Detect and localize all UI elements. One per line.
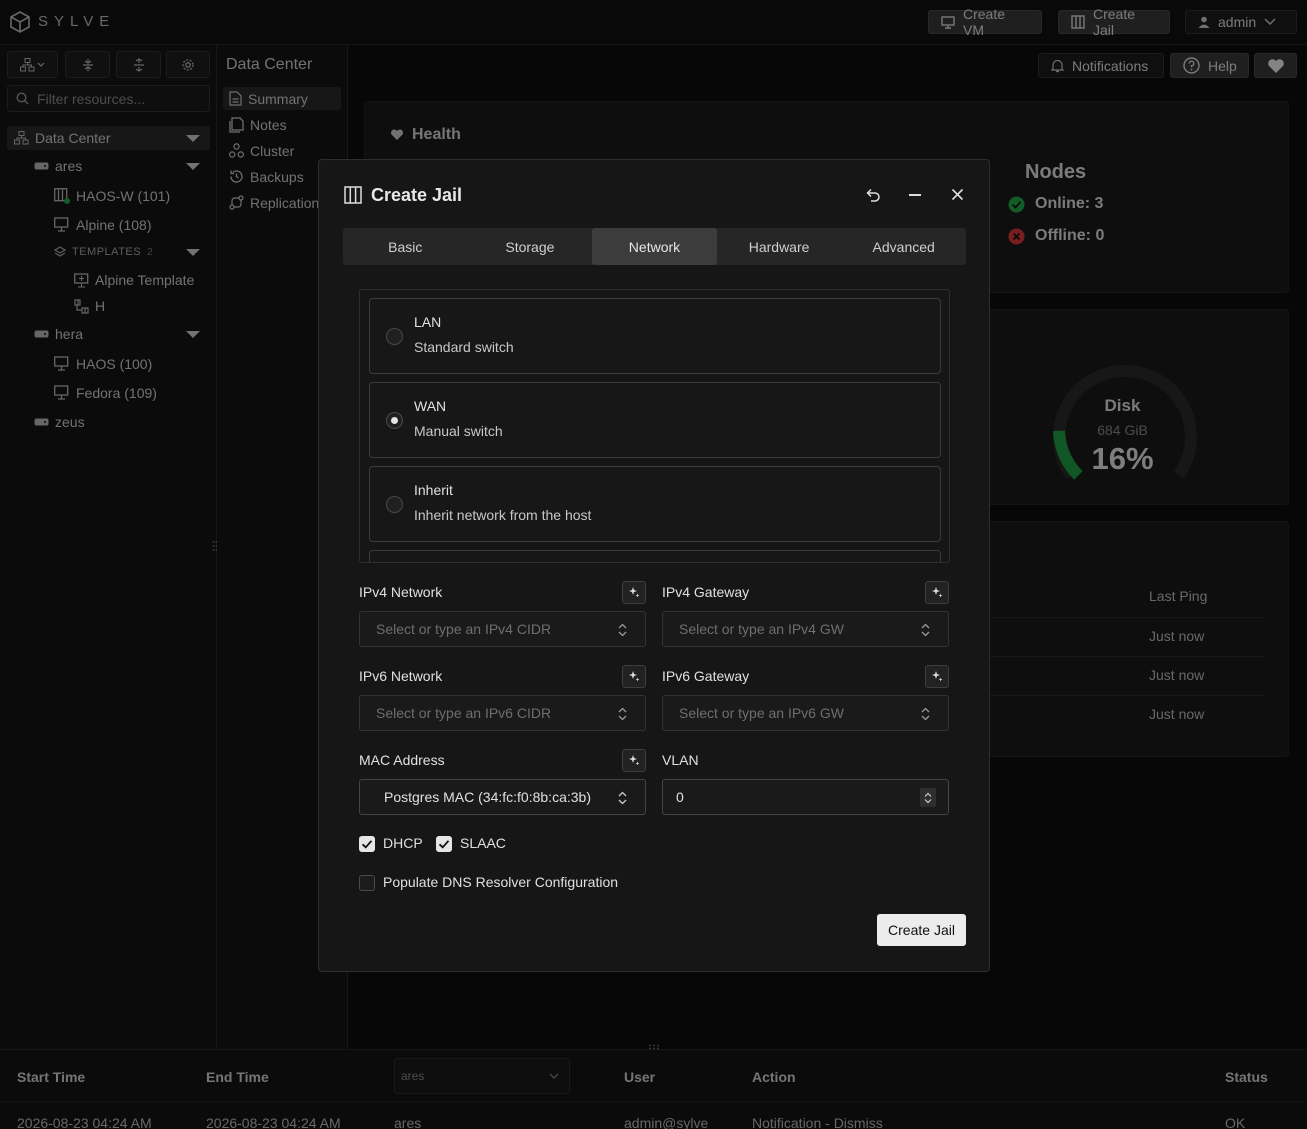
tab-network[interactable]: Network [592, 228, 717, 265]
radio-inherit[interactable] [386, 496, 403, 513]
slaac-checkbox[interactable] [436, 836, 452, 852]
option-title: Inherit [414, 482, 453, 498]
ipv4-gateway-select[interactable]: Select or type an IPv4 GW [662, 611, 949, 647]
ipv6-network-label: IPv6 Network [359, 668, 443, 684]
ipv6-gateway-placeholder: Select or type an IPv6 GW [679, 705, 844, 721]
chevrons-up-down-icon [618, 791, 627, 805]
ipv4-gateway-generate-button[interactable] [925, 581, 949, 604]
close-icon[interactable] [951, 188, 964, 201]
sparkles-icon [628, 586, 641, 599]
mac-address-value: Postgres MAC (34:fc:f0:8b:ca:3b) [384, 789, 591, 805]
tab-storage[interactable]: Storage [468, 228, 593, 265]
check-icon [438, 840, 450, 849]
tab-advanced[interactable]: Advanced [841, 228, 966, 265]
ipv6-network-generate-button[interactable] [622, 665, 646, 688]
switch-option-inherit[interactable]: Inherit Inherit network from the host [369, 466, 941, 542]
ipv4-network-placeholder: Select or type an IPv4 CIDR [376, 621, 552, 637]
mac-address-label: MAC Address [359, 752, 445, 768]
jail-icon [344, 186, 362, 204]
tab-basic[interactable]: Basic [343, 228, 468, 265]
switch-option-lan[interactable]: LAN Standard switch [369, 298, 941, 374]
ipv4-network-label: IPv4 Network [359, 584, 443, 600]
vlan-stepper[interactable] [920, 788, 936, 807]
dialog-title: Create Jail [371, 185, 463, 205]
sparkles-icon [628, 670, 641, 683]
dialog-tabs: Basic Storage Network Hardware Advanced [343, 228, 966, 265]
dns-resolver-checkbox[interactable] [359, 875, 375, 891]
chevrons-up-down-icon [618, 623, 627, 637]
chevrons-up-down-icon [618, 707, 627, 721]
radio-wan[interactable] [386, 412, 403, 429]
create-jail-submit-button[interactable]: Create Jail [877, 914, 966, 946]
ipv4-network-select[interactable]: Select or type an IPv4 CIDR [359, 611, 646, 647]
check-icon [361, 840, 373, 849]
option-title: LAN [414, 314, 442, 330]
sparkles-icon [931, 586, 944, 599]
mac-generate-button[interactable] [622, 749, 646, 772]
reset-icon[interactable] [865, 187, 881, 203]
network-switch-list: LAN Standard switch WAN Manual switch In… [359, 289, 950, 563]
ipv6-gateway-label: IPv6 Gateway [662, 668, 750, 684]
switch-option-wan[interactable]: WAN Manual switch [369, 382, 941, 458]
sparkles-icon [931, 670, 944, 683]
ipv6-gateway-select[interactable]: Select or type an IPv6 GW [662, 695, 949, 731]
stepper-arrows-icon [924, 792, 932, 803]
dns-resolver-label[interactable]: Populate DNS Resolver Configuration [383, 874, 618, 890]
dhcp-label[interactable]: DHCP [383, 835, 423, 851]
ipv6-network-placeholder: Select or type an IPv6 CIDR [376, 705, 552, 721]
sparkles-icon [628, 754, 641, 767]
option-subtitle: Standard switch [414, 339, 514, 355]
vlan-label: VLAN [662, 752, 699, 768]
option-subtitle: Inherit network from the host [414, 507, 592, 523]
ipv4-network-generate-button[interactable] [622, 581, 646, 604]
ipv4-gateway-label: IPv4 Gateway [662, 584, 750, 600]
create-jail-dialog: Create Jail Basic Storage Network Hardwa… [318, 159, 990, 972]
vlan-value: 0 [676, 789, 684, 805]
minimize-icon[interactable] [908, 187, 922, 203]
switch-option-more[interactable] [369, 550, 941, 562]
ipv4-gateway-placeholder: Select or type an IPv4 GW [679, 621, 844, 637]
chevrons-up-down-icon [921, 623, 930, 637]
option-subtitle: Manual switch [414, 423, 503, 439]
chevrons-up-down-icon [921, 707, 930, 721]
mac-address-select[interactable]: Postgres MAC (34:fc:f0:8b:ca:3b) [359, 779, 646, 815]
ipv6-network-select[interactable]: Select or type an IPv6 CIDR [359, 695, 646, 731]
tab-hardware[interactable]: Hardware [717, 228, 842, 265]
dhcp-checkbox[interactable] [359, 836, 375, 852]
option-title: WAN [414, 398, 447, 414]
vlan-input[interactable]: 0 [662, 779, 949, 815]
radio-lan[interactable] [386, 328, 403, 345]
slaac-label[interactable]: SLAAC [460, 835, 506, 851]
ipv6-gateway-generate-button[interactable] [925, 665, 949, 688]
